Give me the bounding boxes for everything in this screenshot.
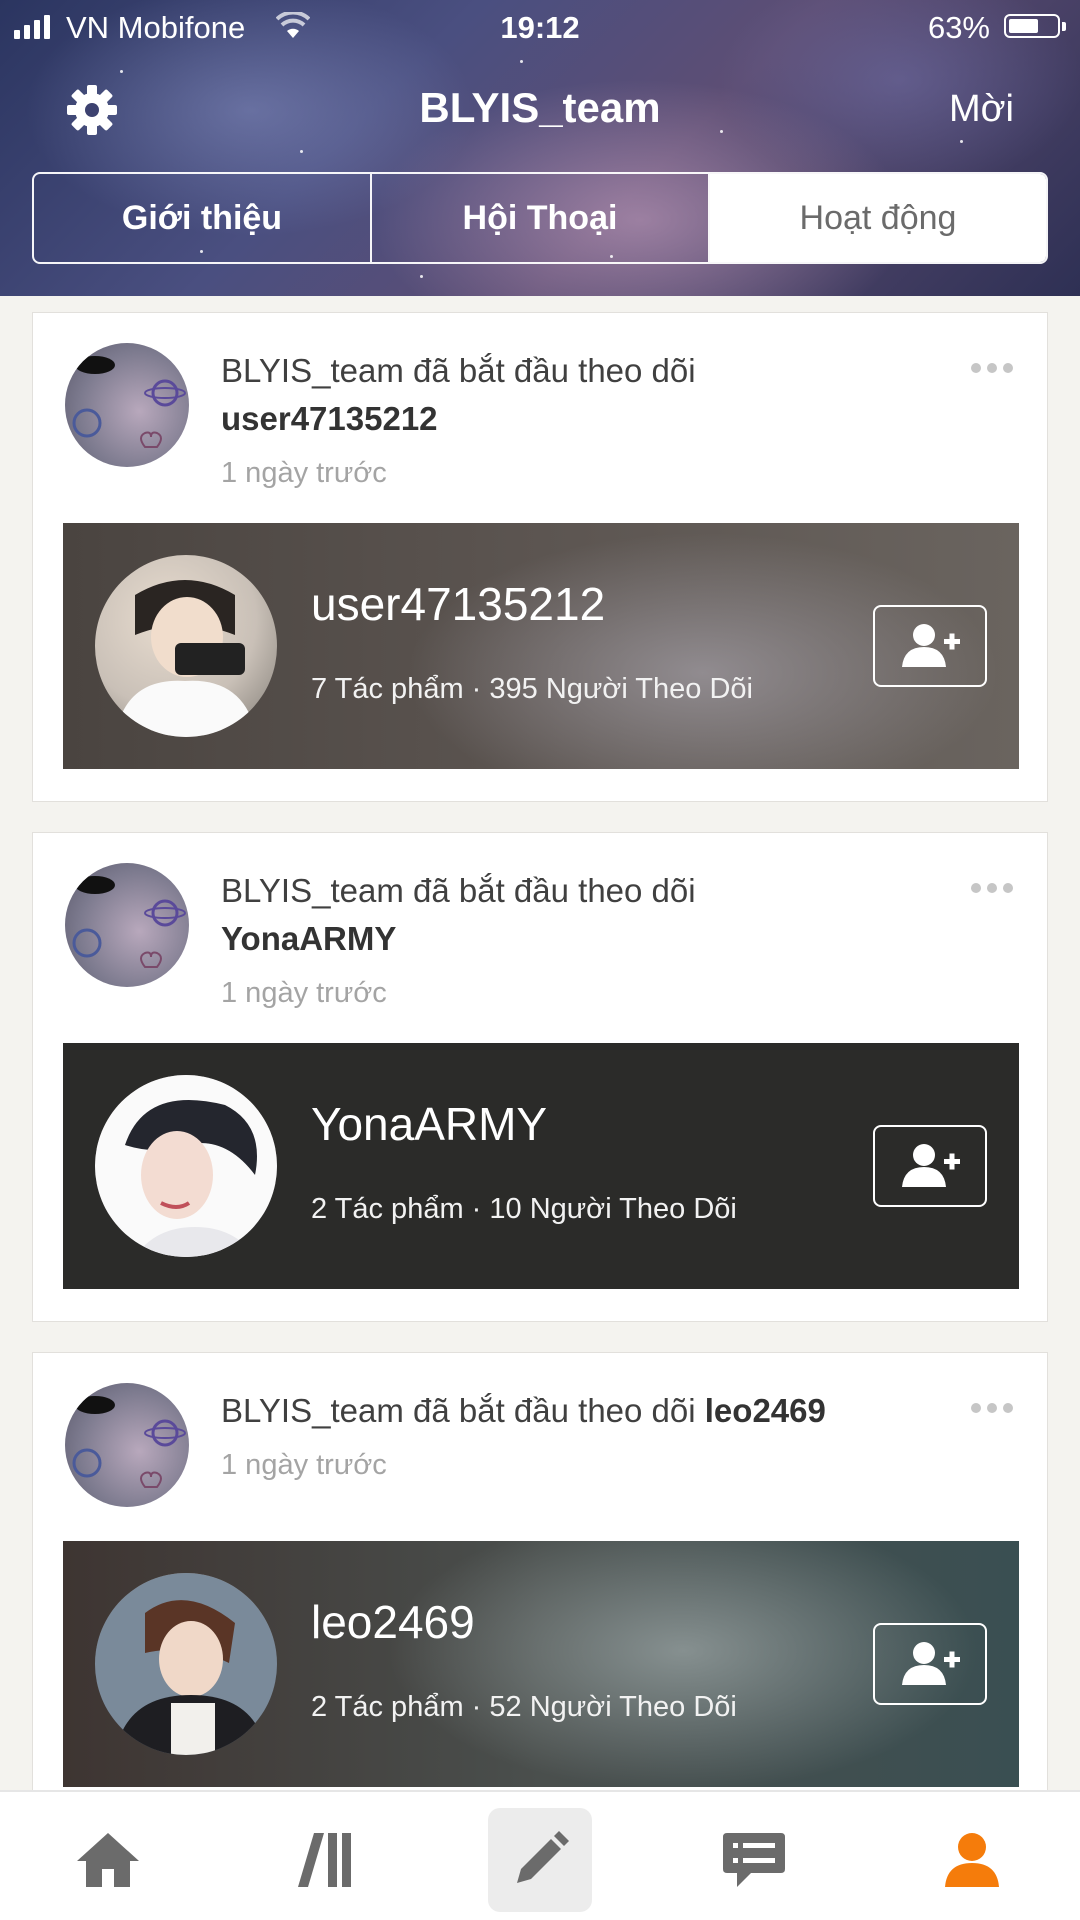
team-avatar[interactable] bbox=[65, 863, 189, 987]
follow-button[interactable] bbox=[873, 1125, 987, 1207]
action-text: đã bắt đầu theo dõi bbox=[413, 352, 696, 389]
actor-name[interactable]: BLYIS_team bbox=[221, 1392, 404, 1429]
dot-icon bbox=[971, 1403, 981, 1413]
profile-icon bbox=[945, 1833, 999, 1887]
add-user-icon bbox=[902, 624, 960, 667]
action-text: đã bắt đầu theo dõi bbox=[413, 1392, 696, 1429]
add-user-icon bbox=[902, 1642, 960, 1685]
clock: 19:12 bbox=[500, 10, 580, 45]
nav-home[interactable] bbox=[56, 1808, 160, 1912]
nav-messages[interactable] bbox=[702, 1808, 806, 1912]
follow-button[interactable] bbox=[873, 605, 987, 687]
user-panel[interactable]: YonaARMY 2 Tác phẩm · 10 Người Theo Dõi bbox=[63, 1043, 1019, 1289]
team-avatar[interactable] bbox=[65, 1383, 189, 1507]
dot-icon bbox=[987, 1403, 997, 1413]
battery-icon bbox=[1004, 14, 1066, 38]
dot-icon bbox=[987, 363, 997, 373]
planet-doodle-icon bbox=[72, 876, 186, 968]
tab-conversation[interactable]: Hội Thoại bbox=[372, 174, 710, 262]
battery-percentage: 63% bbox=[927, 10, 990, 45]
bottom-navigation bbox=[0, 1790, 1080, 1920]
user-stats: 2 Tác phẩm · 52 Người Theo Dõi bbox=[311, 1691, 737, 1723]
user-stats: 7 Tác phẩm · 395 Người Theo Dõi bbox=[311, 673, 753, 705]
user-name[interactable]: user47135212 bbox=[311, 577, 605, 631]
user-avatar[interactable] bbox=[95, 555, 277, 737]
messages-icon bbox=[723, 1833, 785, 1887]
add-user-icon bbox=[902, 1144, 960, 1187]
tab-introduction[interactable]: Giới thiệu bbox=[34, 174, 372, 262]
team-avatar[interactable] bbox=[65, 343, 189, 467]
actor-name[interactable]: BLYIS_team bbox=[221, 352, 404, 389]
write-pencil-icon bbox=[517, 1831, 569, 1883]
home-icon bbox=[77, 1833, 139, 1887]
user-stats: 2 Tác phẩm · 10 Người Theo Dõi bbox=[311, 1193, 737, 1225]
target-name[interactable]: YonaARMY bbox=[221, 920, 396, 957]
header: VN Mobifone 19:12 63% BLYIS_team Mời Giớ… bbox=[0, 0, 1080, 296]
dot-icon bbox=[987, 883, 997, 893]
user-panel[interactable]: leo2469 2 Tác phẩm · 52 Người Theo Dõi bbox=[63, 1541, 1019, 1787]
dot-icon bbox=[1003, 883, 1013, 893]
user-name[interactable]: YonaARMY bbox=[311, 1097, 547, 1151]
follow-button[interactable] bbox=[873, 1623, 987, 1705]
timestamp: 1 ngày trước bbox=[221, 457, 387, 489]
more-options-button[interactable] bbox=[971, 883, 1013, 893]
activity-card: BLYIS_team đã bắt đầu theo dõi user47135… bbox=[32, 312, 1048, 802]
user-avatar[interactable] bbox=[95, 1573, 277, 1755]
target-name[interactable]: leo2469 bbox=[705, 1392, 826, 1429]
page-title: BLYIS_team bbox=[419, 84, 661, 131]
activity-text: BLYIS_team đã bắt đầu theo dõi YonaARMY … bbox=[221, 867, 947, 1017]
dot-icon bbox=[1003, 363, 1013, 373]
nav-library[interactable] bbox=[274, 1808, 378, 1912]
library-icon bbox=[298, 1833, 351, 1887]
status-bar: VN Mobifone 19:12 63% bbox=[0, 0, 1080, 54]
target-name[interactable]: user47135212 bbox=[221, 400, 438, 437]
activity-text: BLYIS_team đã bắt đầu theo dõi user47135… bbox=[221, 347, 947, 497]
timestamp: 1 ngày trước bbox=[221, 977, 387, 1009]
nav-write[interactable] bbox=[488, 1808, 592, 1912]
invite-button[interactable]: Mời bbox=[949, 88, 1014, 131]
activity-text: BLYIS_team đã bắt đầu theo dõi leo2469 1… bbox=[221, 1387, 987, 1489]
dot-icon bbox=[971, 883, 981, 893]
timestamp: 1 ngày trước bbox=[221, 1449, 387, 1481]
more-options-button[interactable] bbox=[971, 363, 1013, 373]
user-avatar[interactable] bbox=[95, 1075, 277, 1257]
activity-card: BLYIS_team đã bắt đầu theo dõi YonaARMY … bbox=[32, 832, 1048, 1322]
user-panel[interactable]: user47135212 7 Tác phẩm · 395 Người Theo… bbox=[63, 523, 1019, 769]
actor-name[interactable]: BLYIS_team bbox=[221, 872, 404, 909]
nav-profile[interactable] bbox=[920, 1808, 1024, 1912]
more-options-button[interactable] bbox=[971, 1403, 1013, 1413]
tab-activity[interactable]: Hoạt động bbox=[710, 174, 1046, 262]
activity-card: BLYIS_team đã bắt đầu theo dõi leo2469 1… bbox=[32, 1352, 1048, 1852]
dot-icon bbox=[971, 363, 981, 373]
planet-doodle-icon bbox=[72, 1396, 186, 1488]
tab-bar: Giới thiệu Hội Thoại Hoạt động bbox=[32, 172, 1048, 264]
user-name[interactable]: leo2469 bbox=[311, 1595, 475, 1649]
planet-doodle-icon bbox=[72, 356, 186, 448]
action-text: đã bắt đầu theo dõi bbox=[413, 872, 696, 909]
dot-icon bbox=[1003, 1403, 1013, 1413]
